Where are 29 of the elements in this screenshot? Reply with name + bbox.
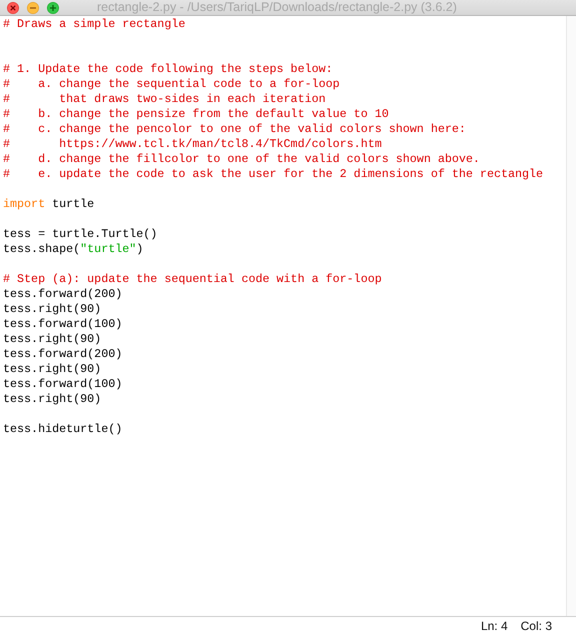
code-line: tess.forward(100) <box>3 377 124 392</box>
code-line: # https://www.tcl.tk/man/tcl8.4/TkCmd/colors.htm <box>3 137 383 152</box>
minimize-icon[interactable] <box>27 2 39 14</box>
code-line: tess.forward(200) <box>3 347 124 362</box>
window-title: rectangle-2.py - /Users/TariqLP/Downloads/rectangle-2.py (3.6.2) <box>97 0 457 15</box>
code-line: # c. change the pencolor to one of the valid colors shown here: <box>3 122 467 137</box>
code-line: tess.right(90) <box>3 362 102 377</box>
code-line: tess.forward(100) <box>3 317 124 332</box>
code-line: tess = turtle.Turtle() <box>3 227 158 242</box>
code-line: # e. update the code to ask the user for the 2 dimensions of the rectangle <box>3 167 544 182</box>
code-line: tess.shape("turtle") <box>3 242 144 257</box>
column-number: Col: 3 <box>520 619 552 633</box>
code-line: tess.right(90) <box>3 302 102 317</box>
scrollbar[interactable] <box>566 16 576 616</box>
code-line: # b. change the pensize from the default value to 10 <box>3 107 390 122</box>
code-line: tess.hideturtle() <box>3 422 124 437</box>
code-line: # d. change the fillcolor to one of the valid colors shown above. <box>3 152 481 167</box>
code-line: tess.right(90) <box>3 332 102 347</box>
code-line: # Step (a): update the sequential code with a for-loop <box>3 272 383 287</box>
code-line: # Draws a simple rectangle <box>3 17 186 32</box>
code-line: # 1. Update the code following the steps below: <box>3 62 334 77</box>
code-line: tess.forward(200) <box>3 287 124 302</box>
code-line: import turtle <box>3 197 96 212</box>
line-number: Ln: 4 <box>480 619 508 633</box>
code-line: # a. change the sequential code to a for-loop <box>3 77 341 92</box>
zoom-icon[interactable] <box>47 2 59 14</box>
code-line: tess.right(90) <box>3 392 102 407</box>
close-icon[interactable] <box>7 2 19 14</box>
code-line: # that draws two-sides in each iteration <box>3 92 327 107</box>
